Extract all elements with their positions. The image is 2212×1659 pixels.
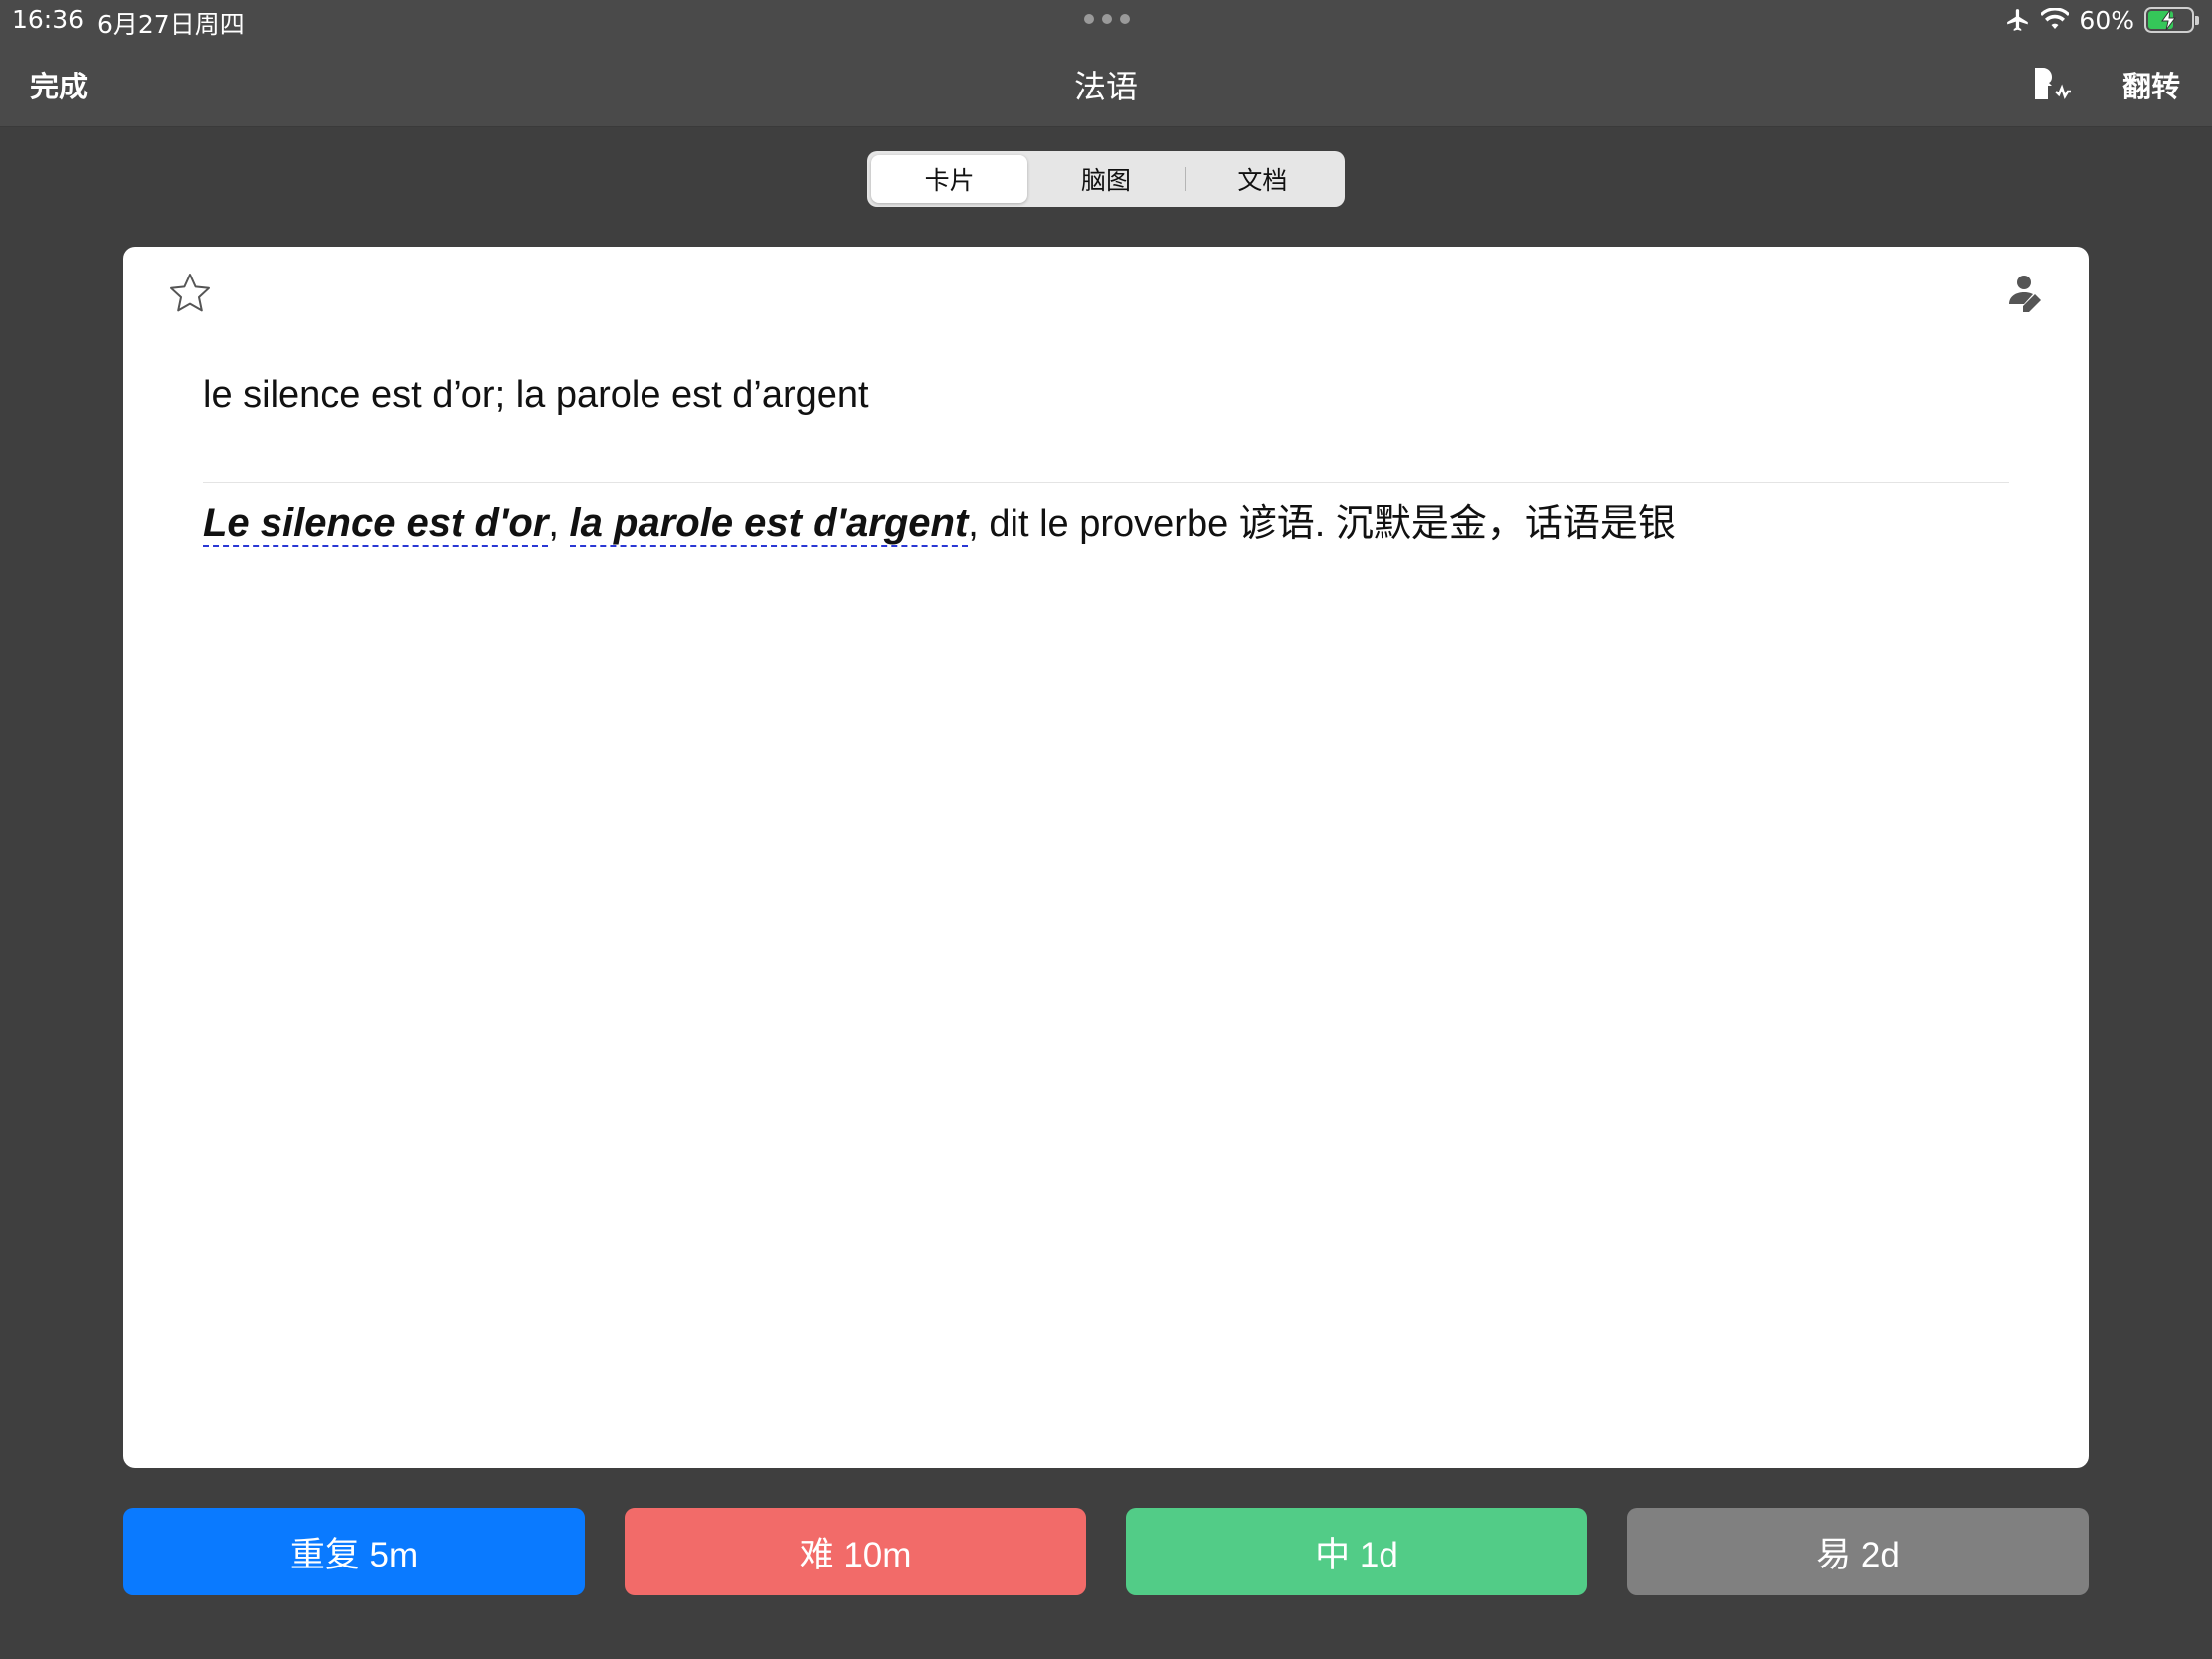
- battery-icon: [2144, 7, 2199, 33]
- hard-button[interactable]: 难 10m: [625, 1508, 1086, 1595]
- answer-phrase-1[interactable]: Le silence est d'or: [203, 501, 549, 547]
- wifi-icon: [2041, 8, 2070, 29]
- status-time: 16:36: [12, 5, 85, 34]
- status-bar: 16:36 6月27日周四 60%: [0, 0, 2212, 40]
- status-date: 6月27日周四: [97, 10, 245, 39]
- navigation-bar: 完成 法语 翻转: [0, 40, 2212, 127]
- answer-separator: ,: [548, 503, 570, 545]
- star-icon[interactable]: [167, 271, 213, 316]
- tab-mindmap-label: 脑图: [1080, 166, 1131, 195]
- flip-button[interactable]: 翻转: [2122, 64, 2180, 105]
- repeat-button[interactable]: 重复 5m: [123, 1508, 585, 1595]
- card-divider: [203, 482, 2009, 483]
- status-right: 60%: [2005, 4, 2199, 36]
- tab-mindmap[interactable]: 脑图: [1027, 155, 1184, 203]
- rating-buttons: 重复 5m 难 10m 中 1d 易 2d: [123, 1508, 2089, 1595]
- battery-percent: 60%: [2079, 5, 2134, 35]
- flashcard[interactable]: le silence est d’or; la parole est d’arg…: [123, 247, 2089, 1468]
- airplane-icon: [2007, 9, 2029, 31]
- page-title: 法语: [1073, 68, 1138, 105]
- medium-button[interactable]: 中 1d: [1126, 1508, 1587, 1595]
- tab-card-label: 卡片: [924, 166, 975, 195]
- answer-rest: , dit le proverbe 谚语. 沉默是金，话语是银: [968, 503, 1676, 545]
- multitasking-dots-icon[interactable]: [1084, 10, 1130, 28]
- user-edit-icon[interactable]: [2005, 271, 2051, 316]
- card-question: le silence est d’or; la parole est d’arg…: [203, 374, 869, 416]
- card-answer: Le silence est d'or, la parole est d'arg…: [203, 495, 2009, 551]
- speak-icon[interactable]: [2029, 62, 2073, 105]
- answer-phrase-2[interactable]: la parole est d'argent: [569, 501, 969, 547]
- view-mode-segmented-control: 卡片 脑图 文档: [867, 151, 1345, 207]
- tab-document-label: 文档: [1237, 166, 1288, 195]
- tab-document[interactable]: 文档: [1184, 155, 1341, 203]
- tab-card[interactable]: 卡片: [871, 155, 1028, 203]
- easy-button[interactable]: 易 2d: [1627, 1508, 2089, 1595]
